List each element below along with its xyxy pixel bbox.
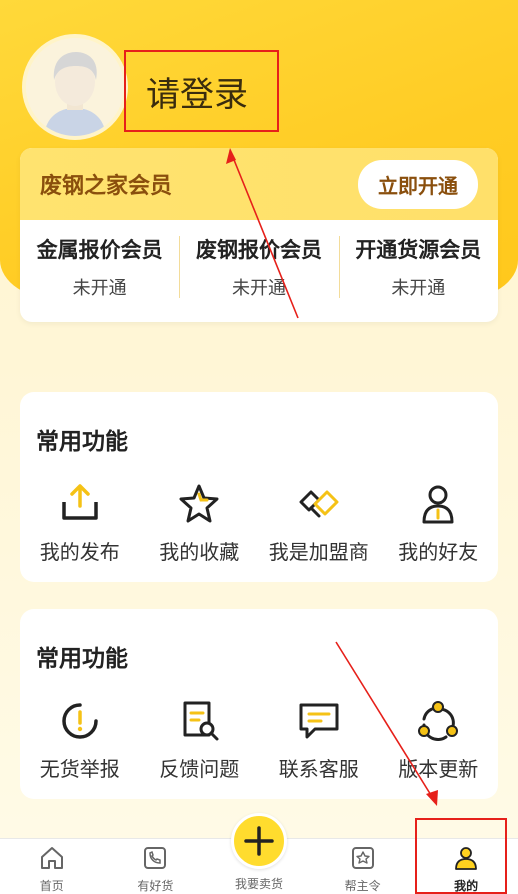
membership-name: 金属报价会员 bbox=[36, 238, 163, 262]
login-text: 请登录 bbox=[146, 74, 248, 115]
contact-service-button[interactable]: 联系客服 bbox=[259, 699, 379, 782]
function-label: 反馈问题 bbox=[159, 757, 240, 781]
bottom-tab-bar: 首页 有好货 我要卖货 帮主令 我的 bbox=[0, 813, 518, 894]
update-icon bbox=[418, 701, 459, 741]
membership-status: 未开通 bbox=[231, 278, 286, 299]
star-box-icon bbox=[351, 847, 374, 869]
vip-membership-list: 金属报价会员 未开通 废钢报价会员 未开通 开通货源会员 未开通 bbox=[20, 234, 498, 300]
tab-label: 帮主令 bbox=[344, 879, 381, 893]
section-title: 常用功能 bbox=[36, 646, 128, 672]
common-functions-card-1: 常用功能 我的发布 我的收藏 我是加盟商 我的好友 bbox=[20, 392, 498, 582]
tab-label: 我的 bbox=[454, 879, 479, 893]
function-label: 我的发布 bbox=[39, 540, 120, 564]
function-label: 版本更新 bbox=[398, 757, 479, 781]
feedback-button[interactable]: 反馈问题 bbox=[140, 699, 260, 782]
tab-mine[interactable]: 我的 bbox=[414, 839, 518, 894]
membership-name: 开通货源会员 bbox=[355, 238, 482, 262]
vip-card: 废钢之家会员 立即开通 金属报价会员 未开通 废钢报价会员 未开通 开通货源会员… bbox=[20, 148, 498, 322]
handshake-icon bbox=[299, 490, 339, 518]
my-favorites-button[interactable]: 我的收藏 bbox=[140, 482, 260, 565]
membership-name: 废钢报价会员 bbox=[195, 238, 322, 262]
tab-sell[interactable]: 我要卖货 bbox=[207, 813, 311, 894]
my-posts-button[interactable]: 我的发布 bbox=[20, 482, 140, 565]
tab-label: 首页 bbox=[39, 879, 64, 893]
franchisee-button[interactable]: 我是加盟商 bbox=[259, 482, 379, 565]
tab-leader-order[interactable]: 帮主令 bbox=[311, 839, 415, 894]
vip-header: 废钢之家会员 立即开通 bbox=[20, 148, 498, 220]
star-icon bbox=[179, 484, 219, 523]
person-icon bbox=[422, 485, 454, 524]
tab-good-goods[interactable]: 有好货 bbox=[104, 839, 208, 894]
common-functions-card-2: 常用功能 无货举报 反馈问题 联系客服 版本更新 bbox=[20, 609, 498, 799]
report-no-stock-button[interactable]: 无货举报 bbox=[20, 699, 140, 782]
membership-status: 未开通 bbox=[72, 278, 127, 299]
function-label: 我的收藏 bbox=[159, 540, 240, 564]
report-icon bbox=[62, 703, 98, 739]
function-label: 我是加盟商 bbox=[268, 540, 369, 564]
function-label: 无货举报 bbox=[39, 757, 120, 781]
membership-metal-quote[interactable]: 金属报价会员 未开通 bbox=[20, 234, 179, 300]
membership-scrap-quote[interactable]: 废钢报价会员 未开通 bbox=[179, 234, 338, 300]
membership-supply[interactable]: 开通货源会员 未开通 bbox=[338, 234, 498, 300]
plus-icon[interactable] bbox=[230, 813, 287, 869]
version-update-button[interactable]: 版本更新 bbox=[379, 699, 499, 782]
membership-status: 未开通 bbox=[391, 278, 446, 299]
open-vip-button[interactable]: 立即开通 bbox=[358, 159, 478, 209]
my-friends-button[interactable]: 我的好友 bbox=[379, 482, 499, 565]
function-label: 我的好友 bbox=[398, 540, 479, 564]
function-label: 联系客服 bbox=[278, 757, 359, 781]
feedback-icon bbox=[183, 701, 219, 741]
upload-icon bbox=[62, 484, 98, 520]
tab-label: 有好货 bbox=[137, 879, 174, 893]
user-avatar-icon[interactable] bbox=[22, 34, 128, 140]
user-icon bbox=[455, 847, 478, 870]
home-icon bbox=[40, 847, 63, 869]
login-button[interactable]: 请登录 bbox=[124, 50, 279, 132]
vip-title: 废钢之家会员 bbox=[40, 174, 173, 199]
phone-icon bbox=[144, 847, 167, 869]
chat-icon bbox=[299, 703, 339, 739]
section-title: 常用功能 bbox=[36, 429, 128, 455]
tab-home[interactable]: 首页 bbox=[0, 839, 104, 894]
tab-label: 我要卖货 bbox=[234, 877, 283, 891]
